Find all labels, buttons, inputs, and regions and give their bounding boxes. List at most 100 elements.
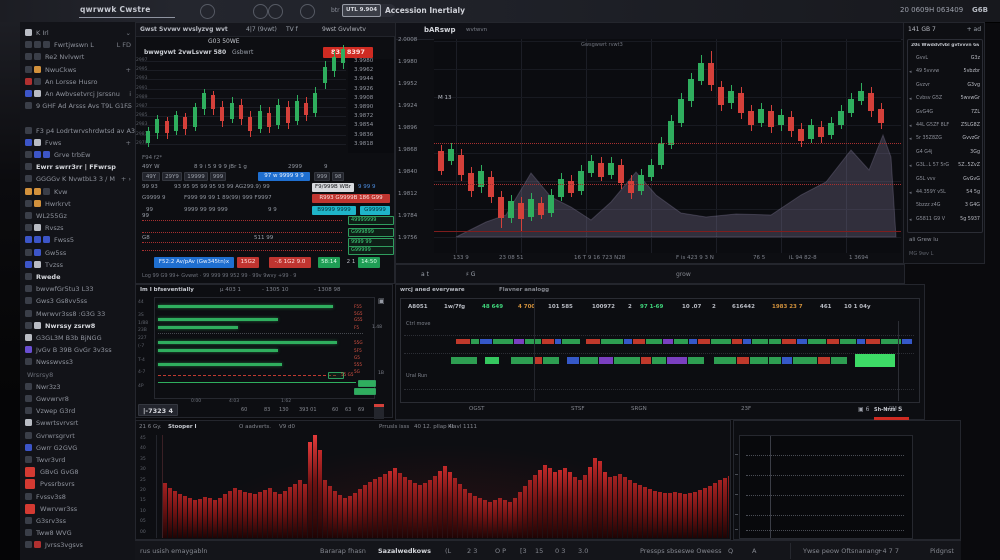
order-button[interactable]: 999: [210, 172, 226, 181]
sidebar-item[interactable]: Mwrwvr3ss8 :G3G 33: [20, 309, 135, 320]
trade-action-button[interactable]: 15G2: [237, 257, 259, 268]
link-icon[interactable]: [268, 4, 283, 19]
depth-size-chip[interactable]: 49999999: [348, 216, 394, 225]
sidebar-item[interactable]: Wwrvwr3ss: [20, 504, 135, 515]
toolbar-item[interactable]: 4|7 (9vwt): [246, 26, 277, 33]
settings-icon[interactable]: S: [898, 406, 902, 413]
sidebar-item[interactable]: Fwrtjwswn LL FD: [20, 40, 135, 51]
stats-row[interactable]: ◂5r 35Z8ZGGvvzGr: [909, 135, 981, 147]
stats-row[interactable]: G4 G4j3Gg: [909, 149, 981, 161]
status-item[interactable]: Sazalwedkows: [378, 547, 431, 555]
sidebar-item-extra[interactable]: i: [129, 90, 131, 98]
stats-row[interactable]: ◂Cvbsv G5Z5wvwGr: [909, 95, 981, 107]
order-button[interactable]: G99999: [360, 206, 390, 215]
sidebar-item[interactable]: Vzwep G3rd: [20, 406, 135, 417]
status-item[interactable]: 3.0: [578, 547, 588, 555]
user-icon[interactable]: [300, 4, 315, 19]
chart-tool-left[interactable]: a t: [421, 271, 429, 278]
sidebar-item[interactable]: GGGGv K NvwtbL3 3 / M+ ›: [20, 174, 135, 185]
sidebar-item[interactable]: Gwvwrvr8: [20, 394, 135, 405]
stats-row[interactable]: ◂G3L..L 57 5rG5Z..5ZvZ: [909, 162, 981, 174]
refresh-icon[interactable]: [200, 4, 215, 19]
account-label[interactable]: G6B: [972, 6, 988, 14]
order-button[interactable]: B9999 9999: [312, 206, 356, 215]
status-item[interactable]: [3: [520, 547, 527, 555]
sidebar-item[interactable]: Tww8 WVG: [20, 528, 135, 539]
order-button[interactable]: 19999: [184, 172, 208, 181]
sidebar-item[interactable]: Rwede: [20, 272, 135, 283]
sidebar-item[interactable]: G3GL3M B3b BjNGG: [20, 333, 135, 344]
status-item[interactable]: (L: [445, 547, 451, 555]
sidebar-item-extra[interactable]: ⌄: [126, 102, 131, 110]
sidebar-item[interactable]: Ewrr swrr3rr | FFwrsp: [20, 162, 135, 173]
order-button[interactable]: 98: [332, 172, 344, 181]
depth-readout-box[interactable]: |-7323 4: [138, 404, 178, 416]
status-item[interactable]: Bararap fhasn: [320, 547, 366, 555]
panel-corner-icon[interactable]: ▣: [378, 297, 385, 305]
sidebar-item[interactable]: Swwrtsvrvsrt: [20, 418, 135, 429]
sidebar-item-extra[interactable]: + ›: [121, 175, 131, 183]
depth-size-chip[interactable]: G99999: [348, 246, 394, 255]
sidebar-item[interactable]: [20, 113, 135, 124]
status-item[interactable]: +4 7 7: [877, 547, 899, 555]
stats-header-action[interactable]: + ad: [967, 26, 981, 33]
status-item[interactable]: Pidgnst: [930, 547, 954, 555]
sidebar-item[interactable]: Twvr3vrd: [20, 455, 135, 466]
toolbar-item[interactable]: 9wst Gvvlwvtv: [322, 26, 366, 33]
app-brand[interactable]: qwrwwk Cwstre: [80, 5, 151, 14]
sidebar-item[interactable]: K Irl⌄: [20, 28, 135, 39]
trade-action-button[interactable]: 14:50: [358, 257, 380, 268]
status-item[interactable]: 15: [535, 547, 543, 555]
trade-action-button[interactable]: F52:2 Av/pAv (Gw345tn)x: [154, 257, 234, 268]
sidebar-item[interactable]: Hwrkrvt: [20, 199, 135, 210]
stats-row[interactable]: ◂44L G5ZF 8LFZ5LG8Z: [909, 122, 981, 134]
sidebar-item[interactable]: Gws3 Gs8vv5ss: [20, 296, 135, 307]
chart-tool-center[interactable]: grow: [676, 271, 691, 278]
stats-row[interactable]: GvvLG3z: [909, 55, 981, 67]
order-button[interactable]: 29Y9: [162, 172, 182, 181]
sidebar-item[interactable]: Pvssrbsvrs: [20, 479, 135, 490]
status-item[interactable]: 0 3: [555, 547, 565, 555]
trade-action-button[interactable]: -.6 1G2 9.0: [269, 257, 311, 268]
sidebar-item[interactable]: Nwrssy zsrw8: [20, 321, 135, 332]
sidebar-item-extra[interactable]: ⌄: [126, 29, 131, 37]
sidebar-item[interactable]: Nwsswvss3: [20, 357, 135, 368]
sidebar-item[interactable]: Rvszs: [20, 223, 135, 234]
sidebar-item-extra[interactable]: +: [126, 139, 131, 147]
sidebar-item[interactable]: bwvwfGr5tu3 L33: [20, 284, 135, 295]
status-item[interactable]: O P: [495, 547, 506, 555]
order-button[interactable]: 999: [314, 172, 330, 181]
stats-row[interactable]: 5bzzz z4G3 G4G: [909, 202, 981, 214]
sidebar-item[interactable]: GBvG GvG8: [20, 467, 135, 478]
order-button[interactable]: F9/999B WBr: [312, 183, 354, 192]
stats-row[interactable]: ◂49 5vvvw5vbzbr: [909, 68, 981, 80]
chart-tool-icons[interactable]: ♯ G: [466, 271, 475, 278]
stats-row[interactable]: GvzvrG3vg: [909, 82, 981, 94]
sidebar-item[interactable]: WL255Gz: [20, 211, 135, 222]
sidebar-item[interactable]: Fwss5: [20, 235, 135, 246]
sidebar-item[interactable]: G3srv3ss: [20, 516, 135, 527]
sidebar-item[interactable]: Gwrr G2GVG: [20, 443, 135, 454]
trade-action-button[interactable]: 58:14: [318, 257, 340, 268]
status-item[interactable]: Pressps sbseswe Oweess: [640, 547, 722, 555]
toolbar-item[interactable]: TV f: [286, 26, 298, 33]
status-item[interactable]: Ywse peow Oftsnanang: [803, 547, 879, 555]
link-icon[interactable]: [253, 4, 268, 19]
symbol-badge[interactable]: UTL 9.904: [342, 4, 381, 17]
stats-row[interactable]: ◂44.359Y v5L54 5g: [909, 189, 981, 201]
sidebar-item[interactable]: Gvrwrsgrvrt: [20, 431, 135, 442]
status-item[interactable]: A: [752, 547, 756, 555]
stats-row[interactable]: GvG4G7ZL: [909, 109, 981, 121]
last-price-badge[interactable]: 833 8397: [323, 47, 373, 58]
sidebar-item[interactable]: Fvws+: [20, 138, 135, 149]
sidebar-item[interactable]: An Awbvsetvrcj Jsrssnui: [20, 89, 135, 100]
order-button[interactable]: 97 w 9999 9 9: [258, 172, 310, 181]
trade-action-button[interactable]: 2 1: [346, 257, 356, 268]
sidebar-item[interactable]: Fvssv3s8: [20, 492, 135, 503]
sidebar-item[interactable]: Nwr3z3: [20, 382, 135, 393]
sidebar-item[interactable]: JvGv B 39B GvGr 3v3ss: [20, 345, 135, 356]
status-item[interactable]: Q: [728, 547, 733, 555]
order-button[interactable]: 49Y: [142, 172, 160, 181]
sidebar-item-extra[interactable]: +: [126, 66, 131, 74]
status-item[interactable]: 2 3: [467, 547, 477, 555]
